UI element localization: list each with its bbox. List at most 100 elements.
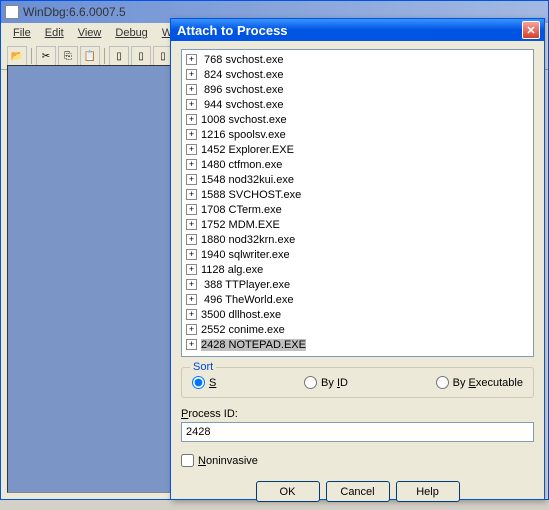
expand-icon[interactable]: + <box>186 294 197 305</box>
expand-icon[interactable]: + <box>186 324 197 335</box>
sort-legend: Sort <box>190 361 216 373</box>
sort-by-executable-label: By Executable <box>453 377 523 389</box>
sort-system-order-label: S <box>209 377 216 389</box>
toolbar-btn[interactable]: ▯ <box>131 46 151 66</box>
expand-icon[interactable]: + <box>186 99 197 110</box>
sort-group: Sort S By ID By Executable <box>181 367 534 398</box>
process-row[interactable]: +1548 nod32kui.exe <box>184 172 531 187</box>
toolbar-open-icon[interactable]: 📂 <box>7 46 27 66</box>
menu-debug[interactable]: Debug <box>109 25 153 41</box>
expand-icon[interactable]: + <box>186 249 197 260</box>
attach-dialog: Attach to Process ✕ + 768 svchost.exe+ 8… <box>170 18 545 500</box>
noninvasive-checkbox[interactable] <box>181 454 194 467</box>
help-button[interactable]: Help <box>396 481 460 502</box>
expand-icon[interactable]: + <box>186 189 197 200</box>
process-row[interactable]: +1480 ctfmon.exe <box>184 157 531 172</box>
process-row[interactable]: +1216 spoolsv.exe <box>184 127 531 142</box>
menu-view[interactable]: View <box>72 25 108 41</box>
process-label: 1940 sqlwriter.exe <box>201 249 290 261</box>
radio-by-id[interactable] <box>304 376 317 389</box>
process-label: 1708 CTerm.exe <box>201 204 282 216</box>
process-label: 1880 nod32krn.exe <box>201 234 295 246</box>
process-row[interactable]: +1452 Explorer.EXE <box>184 142 531 157</box>
toolbar-cut-icon[interactable]: ✂ <box>36 46 56 66</box>
process-row[interactable]: +1128 alg.exe <box>184 262 531 277</box>
expand-icon[interactable]: + <box>186 279 197 290</box>
process-label: 2428 NOTEPAD.EXE <box>201 339 306 351</box>
process-row[interactable]: +1588 SVCHOST.exe <box>184 187 531 202</box>
expand-icon[interactable]: + <box>186 204 197 215</box>
process-label: 388 TTPlayer.exe <box>201 279 290 291</box>
expand-icon[interactable]: + <box>186 114 197 125</box>
process-label: 1008 svchost.exe <box>201 114 287 126</box>
expand-icon[interactable]: + <box>186 234 197 245</box>
process-row[interactable]: +1940 sqlwriter.exe <box>184 247 531 262</box>
ok-button[interactable]: OK <box>256 481 320 502</box>
process-label: 1752 MDM.EXE <box>201 219 280 231</box>
process-label: 768 svchost.exe <box>201 54 284 66</box>
noninvasive-label: Noninvasive <box>198 455 258 467</box>
process-id-label: Process ID: <box>181 408 534 420</box>
app-icon <box>5 5 19 19</box>
dialog-buttons: OK Cancel Help <box>181 481 534 502</box>
process-row[interactable]: + 944 svchost.exe <box>184 97 531 112</box>
process-label: 1216 spoolsv.exe <box>201 129 286 141</box>
process-row[interactable]: + 824 svchost.exe <box>184 67 531 82</box>
dialog-titlebar: Attach to Process ✕ <box>171 19 544 41</box>
expand-icon[interactable]: + <box>186 159 197 170</box>
sort-by-id[interactable]: By ID <box>304 376 348 389</box>
expand-icon[interactable]: + <box>186 144 197 155</box>
sort-by-id-label: By ID <box>321 377 348 389</box>
expand-icon[interactable]: + <box>186 174 197 185</box>
process-label: 896 svchost.exe <box>201 84 284 96</box>
process-row[interactable]: +3500 dllhost.exe <box>184 307 531 322</box>
sort-by-executable[interactable]: By Executable <box>436 376 523 389</box>
noninvasive-checkbox-wrap[interactable]: Noninvasive <box>181 454 534 467</box>
expand-icon[interactable]: + <box>186 339 197 350</box>
process-label: 1548 nod32kui.exe <box>201 174 294 186</box>
process-row[interactable]: +1752 MDM.EXE <box>184 217 531 232</box>
menu-file[interactable]: File <box>7 25 37 41</box>
toolbar-paste-icon[interactable]: 📋 <box>80 46 100 66</box>
process-row[interactable]: +1880 nod32krn.exe <box>184 232 531 247</box>
expand-icon[interactable]: + <box>186 69 197 80</box>
process-list[interactable]: + 768 svchost.exe+ 824 svchost.exe+ 896 … <box>181 49 534 357</box>
dialog-title: Attach to Process <box>175 23 288 38</box>
radio-by-executable[interactable] <box>436 376 449 389</box>
radio-system-order[interactable] <box>192 376 205 389</box>
process-label: 1480 ctfmon.exe <box>201 159 282 171</box>
close-button[interactable]: ✕ <box>522 21 540 39</box>
expand-icon[interactable]: + <box>186 264 197 275</box>
sort-system-order[interactable]: S <box>192 376 216 389</box>
toolbar-separator <box>31 48 32 64</box>
expand-icon[interactable]: + <box>186 54 197 65</box>
process-row[interactable]: + 496 TheWorld.exe <box>184 292 531 307</box>
main-title: WinDbg:6.6.0007.5 <box>23 5 126 19</box>
process-row[interactable]: +1708 CTerm.exe <box>184 202 531 217</box>
process-row[interactable]: + 896 svchost.exe <box>184 82 531 97</box>
expand-icon[interactable]: + <box>186 84 197 95</box>
process-label: 1452 Explorer.EXE <box>201 144 294 156</box>
process-label: 944 svchost.exe <box>201 99 284 111</box>
process-label: 1128 alg.exe <box>201 264 263 276</box>
process-label: 496 TheWorld.exe <box>201 294 294 306</box>
process-label: 824 svchost.exe <box>201 69 284 81</box>
expand-icon[interactable]: + <box>186 129 197 140</box>
process-label: 2552 conime.exe <box>201 324 285 336</box>
process-label: 3500 dllhost.exe <box>201 309 281 321</box>
expand-icon[interactable]: + <box>186 219 197 230</box>
process-label: 1588 SVCHOST.exe <box>201 189 301 201</box>
process-row[interactable]: + 388 TTPlayer.exe <box>184 277 531 292</box>
toolbar-btn[interactable]: ▯ <box>109 46 129 66</box>
menu-edit[interactable]: Edit <box>39 25 70 41</box>
cancel-button[interactable]: Cancel <box>326 481 390 502</box>
process-id-input[interactable] <box>181 422 534 442</box>
process-row[interactable]: + 768 svchost.exe <box>184 52 531 67</box>
dialog-body: + 768 svchost.exe+ 824 svchost.exe+ 896 … <box>171 41 544 510</box>
process-row[interactable]: +2428 NOTEPAD.EXE <box>184 337 531 352</box>
toolbar-separator <box>104 48 105 64</box>
process-row[interactable]: +2552 conime.exe <box>184 322 531 337</box>
expand-icon[interactable]: + <box>186 309 197 320</box>
process-row[interactable]: +1008 svchost.exe <box>184 112 531 127</box>
toolbar-copy-icon[interactable]: ⎘ <box>58 46 78 66</box>
